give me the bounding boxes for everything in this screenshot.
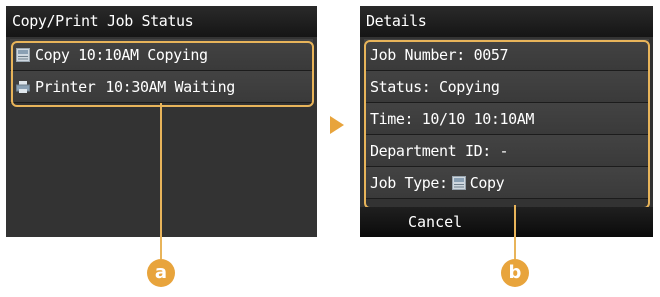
callout-a-badge: a — [147, 259, 175, 287]
detail-status: Status: Copying — [364, 71, 649, 103]
job-status-title: Copy/Print Job Status — [6, 6, 317, 37]
job-type: Printer — [35, 78, 96, 96]
callout-b-leader — [514, 205, 516, 259]
job-type-value: Copy — [469, 174, 505, 192]
job-type: Copy — [35, 46, 70, 64]
job-type-label: Job Type: — [370, 174, 448, 192]
job-row-copy[interactable]: Copy 10:10AM Copying — [10, 39, 313, 71]
job-status: Waiting — [174, 78, 235, 96]
detail-job-number: Job Number: 0057 — [364, 39, 649, 71]
detail-job-type: Job Type: Copy — [364, 167, 649, 199]
job-row-printer[interactable]: Printer 10:30AM Waiting — [10, 71, 313, 103]
job-time: 10:10AM — [78, 46, 139, 64]
cancel-button[interactable]: Cancel — [360, 207, 653, 237]
details-list: Job Number: 0057 Status: Copying Time: 1… — [364, 39, 649, 199]
arrow-right-icon — [330, 116, 344, 134]
job-list: Copy 10:10AM Copying Printer 10:30AM Wait… — [10, 39, 313, 103]
details-title: Details — [360, 6, 653, 37]
copy-job-icon — [451, 175, 466, 190]
callout-a-leader — [160, 103, 162, 259]
cancel-label: Cancel — [408, 213, 463, 231]
detail-department-id: Department ID: - — [364, 135, 649, 167]
printer-job-icon — [16, 80, 30, 93]
detail-time: Time: 10/10 10:10AM — [364, 103, 649, 135]
job-details-screen: Details Job Number: 0057 Status: Copying… — [360, 6, 653, 237]
job-status: Copying — [147, 46, 208, 64]
job-time: 10:30AM — [105, 78, 166, 96]
callout-b-badge: b — [501, 259, 529, 287]
copy-job-icon — [16, 47, 30, 62]
